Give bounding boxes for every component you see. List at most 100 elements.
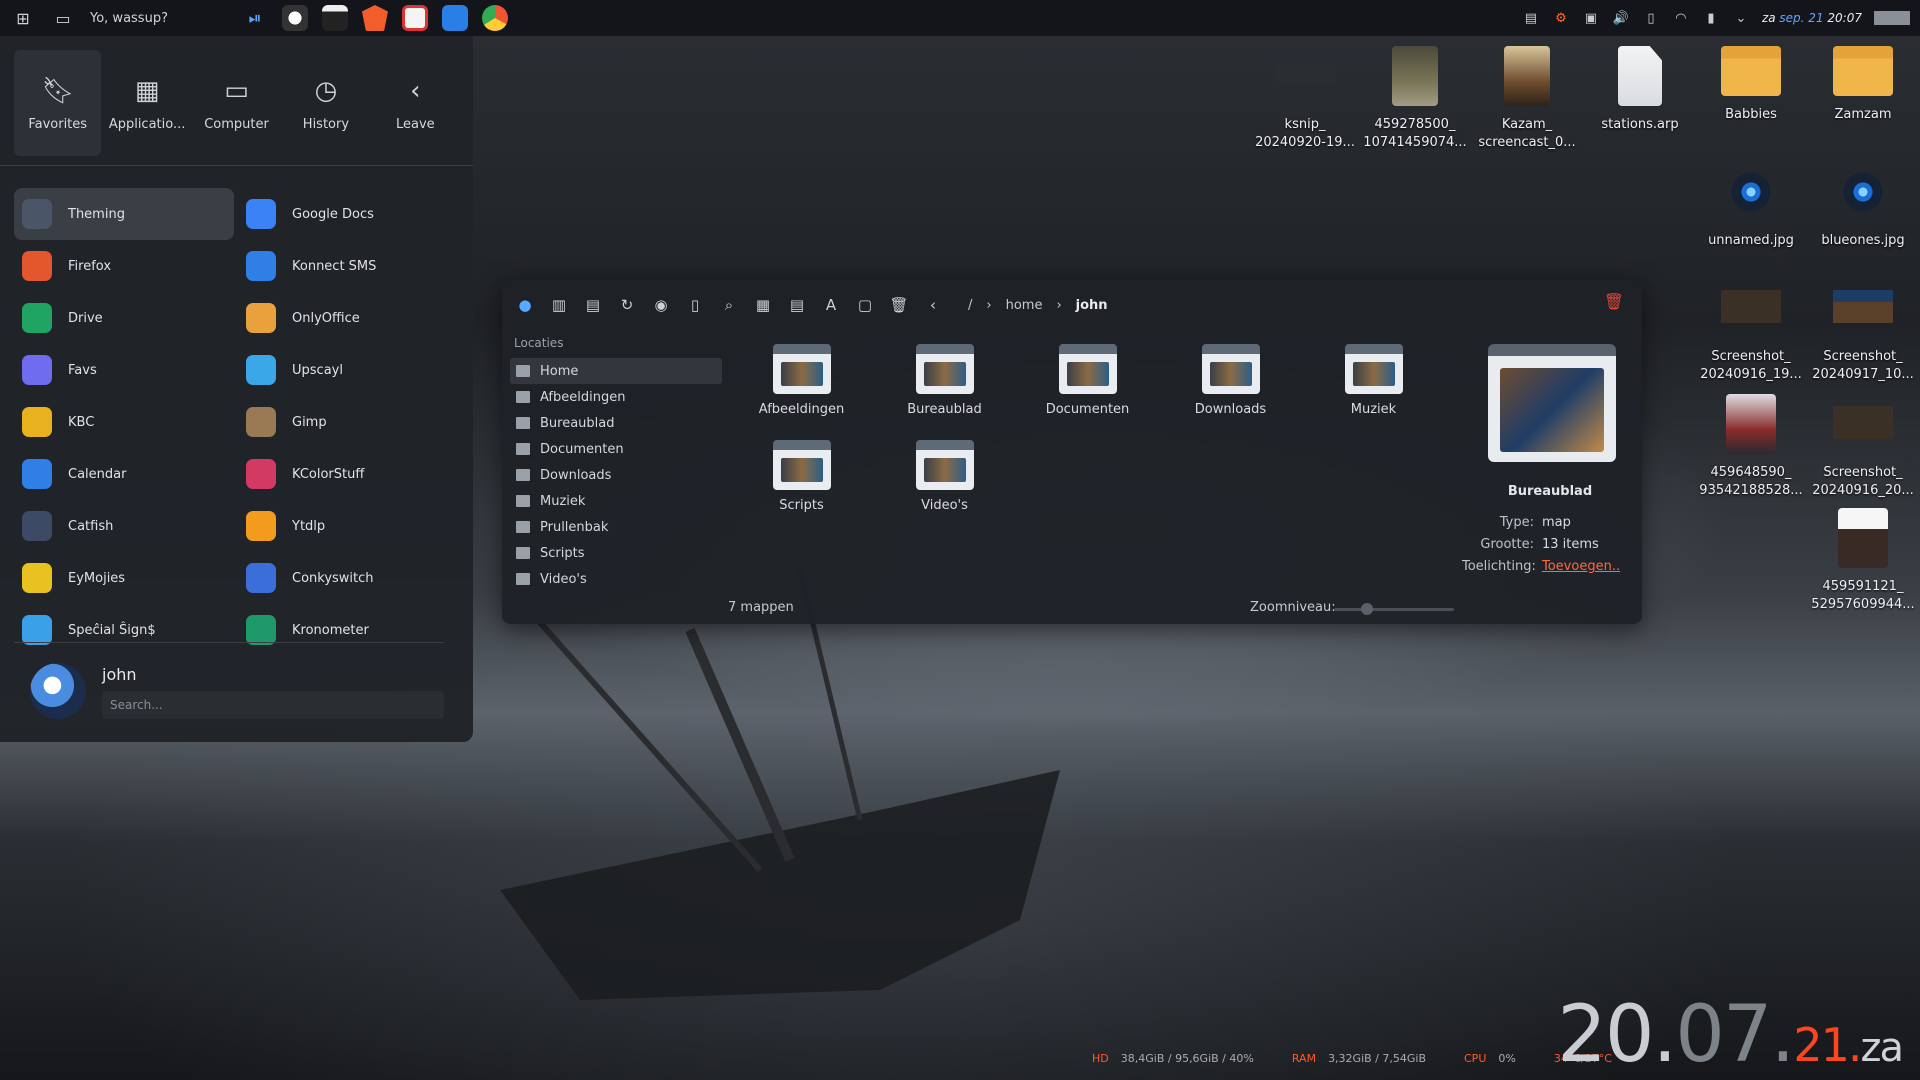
rename-icon[interactable]: A	[818, 292, 844, 318]
desktop-file-icon[interactable]: 459278500_ 10741459074...	[1360, 46, 1470, 152]
cards-app-icon[interactable]	[401, 5, 428, 31]
desktop-file-icon[interactable]: Screenshot_ 20240916_19...	[1696, 278, 1806, 384]
folder-item[interactable]: Afbeeldingen	[730, 344, 873, 440]
bookmark-icon[interactable]: ▯	[682, 292, 708, 318]
folder-item[interactable]: Downloads	[1159, 344, 1302, 440]
sidebar-item[interactable]: Video's	[510, 566, 722, 592]
app-menu-icon[interactable]: ●	[512, 292, 538, 318]
launcher-app-item[interactable]: Upscayl	[238, 344, 458, 396]
launcher-app-item[interactable]: Catfish	[14, 500, 234, 552]
sidebar-item[interactable]: Downloads	[510, 462, 722, 488]
desktop-file-icon[interactable]: unnamed.jpg	[1696, 162, 1806, 250]
desktop-file-icon[interactable]: Screenshot_ 20240916_20...	[1808, 394, 1918, 500]
desktop-file-icon[interactable]: 459591121_ 52957609944...	[1808, 508, 1918, 614]
file-thumbnail	[1721, 162, 1781, 222]
sidebar-item[interactable]: Muziek	[510, 488, 722, 514]
chrome-app-icon[interactable]	[481, 5, 508, 31]
sidebar-item[interactable]: Bureaublad	[510, 410, 722, 436]
sidebar-item[interactable]: Afbeeldingen	[510, 384, 722, 410]
music-app-icon[interactable]	[441, 5, 468, 31]
launcher-app-item[interactable]: Konnect SMS	[238, 240, 458, 292]
folder-grid: Afbeeldingen Bureaublad Documenten Download…	[730, 344, 1450, 536]
split-view-icon[interactable]: ▥	[546, 292, 572, 318]
sidebar-item[interactable]: Documenten	[510, 436, 722, 462]
launcher-app-item[interactable]: Favs	[14, 344, 234, 396]
launcher-app-item[interactable]: Calendar	[14, 448, 234, 500]
launcher-app-item[interactable]: KBC	[14, 396, 234, 448]
search-icon[interactable]: ⌕	[716, 292, 742, 318]
add-note-link[interactable]: Toevoegen..	[1542, 559, 1620, 581]
breadcrumb-home[interactable]: home	[1006, 298, 1043, 313]
sidebar-item[interactable]: Scripts	[510, 540, 722, 566]
panel-clock[interactable]: za sep. 21 20:07	[1762, 11, 1862, 25]
tab-history[interactable]: ◷ History	[282, 50, 369, 156]
tab-favorites[interactable]: 🔖︎ Favorites	[14, 50, 102, 156]
settings-icon[interactable]: ⚙	[1552, 9, 1570, 27]
back-icon[interactable]: ‹	[920, 292, 946, 318]
app-icon	[246, 563, 276, 593]
trash-icon[interactable]: 🗑︎	[1604, 292, 1624, 311]
tab-leave[interactable]: ‹ Leave	[372, 50, 459, 156]
sidebar-item[interactable]: Prullenbak	[510, 514, 722, 540]
launcher-app-item[interactable]: EyMojies	[14, 552, 234, 604]
desktop-switch-icon[interactable]: ⊞	[10, 5, 36, 31]
search-input[interactable]	[102, 691, 444, 719]
chevron-down-icon[interactable]: ⌄	[1732, 9, 1750, 27]
breadcrumb-root[interactable]: /	[968, 298, 972, 313]
window-icon[interactable]: ▣	[1582, 9, 1600, 27]
delete-icon[interactable]: 🗑︎	[886, 292, 912, 318]
desktop-file-icon[interactable]: Kazam_ screencast_0...	[1472, 46, 1582, 152]
desktop-file-icon[interactable]: ksnip_ 20240920-19...	[1250, 46, 1360, 152]
launcher-app-item[interactable]: Firefox	[14, 240, 234, 292]
avatar[interactable]	[30, 663, 86, 719]
folder-icon	[1201, 344, 1260, 394]
folder-item[interactable]: Scripts	[730, 440, 873, 536]
launcher-app-item[interactable]: Theming	[14, 188, 234, 240]
terminal-app-icon[interactable]	[321, 5, 348, 31]
desktop-file-icon[interactable]: stations.arp	[1585, 46, 1695, 134]
pager-widget[interactable]	[1874, 11, 1910, 25]
desktop-file-icon[interactable]: 459648590_ 93542188528...	[1696, 394, 1806, 500]
battery-icon[interactable]: ▮	[1702, 9, 1720, 27]
folder-item[interactable]: Muziek	[1302, 344, 1445, 440]
phone-icon[interactable]: ▯	[1642, 9, 1660, 27]
volume-icon[interactable]: 🔊	[1612, 9, 1630, 27]
folder-item[interactable]: Documenten	[1016, 344, 1159, 440]
new-file-icon[interactable]: ▢	[852, 292, 878, 318]
chat-icon[interactable]: ▤	[1522, 9, 1540, 27]
desktop-file-icon[interactable]: Screenshot_ 20240917_10...	[1808, 278, 1918, 384]
launcher-app-item[interactable]: Conkyswitch	[238, 552, 458, 604]
sidebar-item-label: Bureaublad	[540, 415, 615, 431]
launcher-app-item[interactable]: KColorStuff	[238, 448, 458, 500]
desktop-file-icon[interactable]: Babbies	[1696, 46, 1806, 124]
brave-app-icon[interactable]	[361, 5, 388, 31]
launcher-app-item[interactable]: Google Docs	[238, 188, 458, 240]
info-key: Type:	[1499, 515, 1534, 530]
desktop-file-icon[interactable]: blueones.jpg	[1808, 162, 1918, 250]
eye-icon[interactable]: ◉	[648, 292, 674, 318]
zoom-slider-handle[interactable]	[1361, 603, 1373, 615]
obs-app-icon[interactable]	[281, 5, 308, 31]
app-label: Gimp	[292, 414, 327, 430]
zoom-slider[interactable]	[1334, 603, 1454, 615]
clock-icon: ◷	[314, 75, 338, 106]
launcher-app-item[interactable]: Gimp	[238, 396, 458, 448]
screenshot-icon[interactable]: ▭	[50, 5, 76, 31]
launcher-app-item[interactable]: Ytdlp	[238, 500, 458, 552]
icon-view-icon[interactable]: ▦	[750, 292, 776, 318]
media-play-pause-icon[interactable]: ⏯	[242, 5, 268, 31]
panel-icon[interactable]: ▤	[580, 292, 606, 318]
folder-item[interactable]: Bureaublad	[873, 344, 1016, 440]
breadcrumb-current[interactable]: john	[1076, 298, 1108, 313]
folder-item[interactable]: Video's	[873, 440, 1016, 536]
wifi-icon[interactable]: ◠	[1672, 9, 1690, 27]
launcher-app-item[interactable]: Drive	[14, 292, 234, 344]
cpu-label: CPU	[1464, 1052, 1487, 1065]
desktop-file-icon[interactable]: Zamzam	[1808, 46, 1918, 124]
details-view-icon[interactable]: ▤	[784, 292, 810, 318]
refresh-icon[interactable]: ↻	[614, 292, 640, 318]
tab-computer[interactable]: ▭ Computer	[193, 50, 280, 156]
tab-applications[interactable]: ▦ Applicatio...	[103, 50, 190, 156]
launcher-app-item[interactable]: OnlyOffice	[238, 292, 458, 344]
sidebar-item[interactable]: Home	[510, 358, 722, 384]
